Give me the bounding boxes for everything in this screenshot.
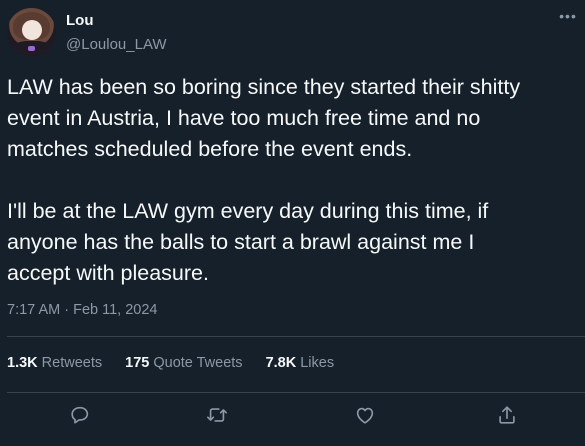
retweet-button[interactable] [205, 403, 229, 427]
retweet-icon [207, 408, 227, 422]
quotes-stat[interactable]: 175 Quote Tweets [125, 355, 242, 375]
share-icon [499, 406, 515, 424]
more-icon[interactable]: ••• [557, 9, 579, 26]
retweets-count: 1.3K [7, 355, 38, 371]
tweet-header: Lou @Loulou_LAW ••• [0, 0, 585, 66]
avatar[interactable] [7, 8, 56, 57]
reply-button[interactable] [68, 403, 92, 427]
quotes-count: 175 [125, 355, 150, 371]
likes-count: 7.8K [265, 355, 297, 371]
share-button[interactable] [495, 403, 519, 427]
avatar-badge [28, 46, 35, 51]
tweet-text: LAW has been so boring since they starte… [7, 75, 521, 285]
retweets-stat[interactable]: 1.3K Retweets [7, 355, 102, 375]
like-button[interactable] [353, 403, 377, 427]
divider [7, 336, 585, 337]
quotes-label: Quote Tweets [153, 355, 243, 371]
author-handle[interactable]: @Loulou_LAW [66, 36, 167, 53]
like-icon [356, 407, 374, 424]
author-display-name[interactable]: Lou [66, 12, 94, 29]
tweet-stats: 1.3K Retweets 175 Quote Tweets 7.8K Like… [7, 355, 357, 375]
avatar-face [22, 20, 42, 40]
retweets-label: Retweets [41, 355, 103, 371]
divider [7, 392, 585, 393]
likes-label: Likes [300, 355, 335, 371]
tweet-timestamp[interactable]: 7:17 AM · Feb 11, 2024 [7, 302, 157, 318]
reply-icon [71, 406, 89, 424]
likes-stat[interactable]: 7.8K Likes [266, 355, 335, 375]
